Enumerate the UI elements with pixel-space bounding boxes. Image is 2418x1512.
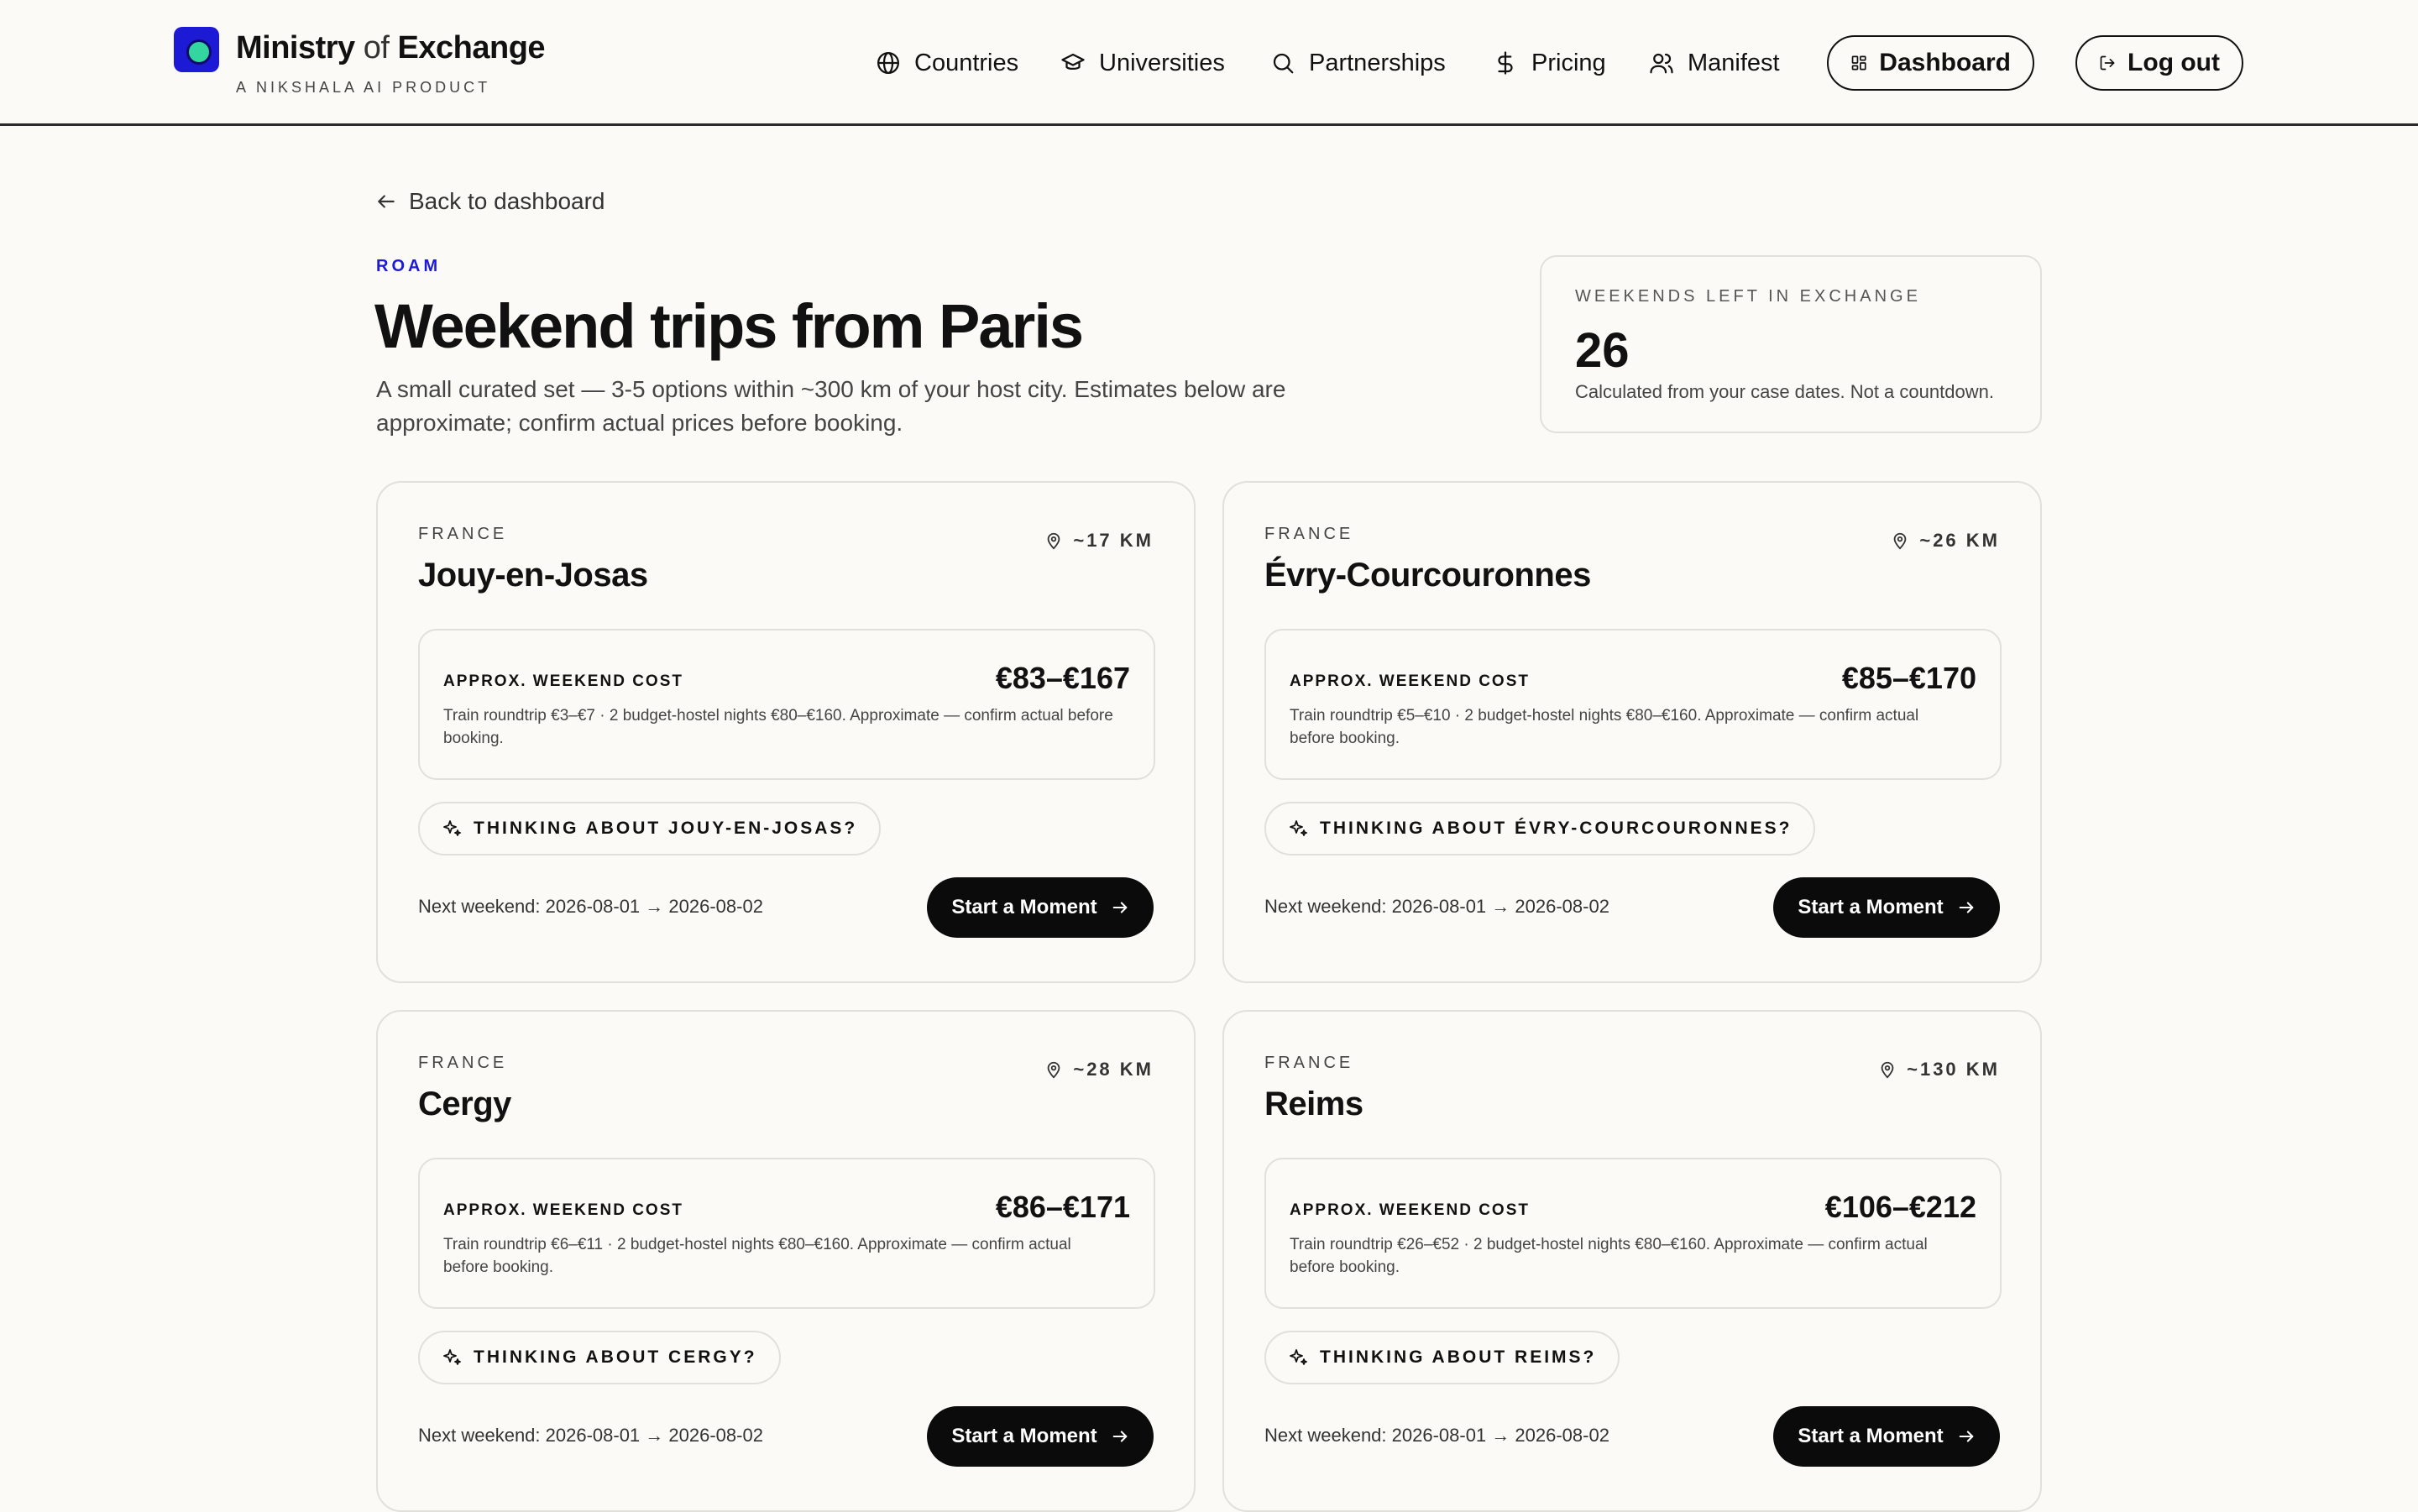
- cost-value: €85–€170: [1841, 661, 1976, 695]
- logout-icon: [2100, 55, 2115, 71]
- nav-universities[interactable]: Universities: [1060, 34, 1225, 92]
- weekends-left-note: Calculated from your case dates. Not a c…: [1575, 381, 1994, 402]
- trip-name: Évry-Courcouronnes: [1264, 557, 1591, 594]
- logout-button[interactable]: Log out: [2075, 35, 2243, 91]
- start-a-moment-button[interactable]: Start a Moment: [1773, 1406, 2000, 1467]
- cost-value: €106–€212: [1824, 1190, 1976, 1224]
- next-weekend-text: Next weekend: 2026-08-01 → 2026-08-02: [1264, 1425, 1609, 1446]
- weekends-left-card: WEEKENDS LEFT IN EXCHANGE 26 Calculated …: [1540, 255, 2042, 433]
- map-pin-icon: [1048, 532, 1060, 550]
- dashboard-grid-icon: [1851, 55, 1866, 71]
- nav-pricing[interactable]: Pricing: [1493, 34, 1606, 92]
- map-pin-icon: [1048, 1061, 1060, 1079]
- sparkle-icon: [443, 1349, 461, 1365]
- page-description: A small curated set — 3-5 options within…: [376, 376, 1286, 436]
- cost-note: Train roundtrip €26–€52 · 2 budget-hoste…: [1290, 1236, 1928, 1276]
- arrow-right-icon: [1112, 1431, 1128, 1442]
- sparkle-icon: [1290, 820, 1307, 836]
- trip-name: Jouy-en-Josas: [418, 557, 648, 594]
- section-eyebrow: ROAM: [376, 257, 442, 275]
- trip-country: FRANCE: [1264, 1054, 1354, 1072]
- start-a-moment-button[interactable]: Start a Moment: [1773, 877, 2000, 938]
- users-icon: [1650, 53, 1673, 74]
- dashboard-button[interactable]: Dashboard: [1827, 35, 2034, 91]
- start-a-moment-button[interactable]: Start a Moment: [927, 877, 1154, 938]
- trip-distance: ~130 KM: [1878, 1059, 2000, 1080]
- cost-label: APPROX. WEEKEND COST: [443, 1201, 683, 1219]
- trip-card: FRANCE ~28 KM Cergy APPROX. WEEKEND COST…: [376, 1010, 1196, 1512]
- cost-note: Train roundtrip €3–€7 · 2 budget-hostel …: [443, 707, 1113, 747]
- next-weekend-text: Next weekend: 2026-08-01 → 2026-08-02: [1264, 896, 1609, 917]
- cost-note: Train roundtrip €5–€10 · 2 budget-hostel…: [1290, 707, 1919, 747]
- thinking-about-chip[interactable]: THINKING ABOUT REIMS?: [1264, 1331, 1620, 1384]
- cost-label: APPROX. WEEKEND COST: [1290, 672, 1530, 690]
- arrow-right-icon: [1112, 902, 1128, 913]
- arrow-right-icon: [1959, 902, 1974, 913]
- trip-distance: ~28 KM: [1044, 1059, 1154, 1080]
- cost-note: Train roundtrip €6–€11 · 2 budget-hostel…: [443, 1236, 1071, 1276]
- trip-card: FRANCE ~17 KM Jouy-en-Josas APPROX. WEEK…: [376, 481, 1196, 983]
- brand-title: Ministry of Exchange: [236, 30, 546, 65]
- brand-subtitle: A NIKSHALA AI PRODUCT: [236, 79, 491, 96]
- weekends-left-label: WEEKENDS LEFT IN EXCHANGE: [1575, 287, 1921, 306]
- arrow-right-icon: [1959, 1431, 1974, 1442]
- trip-card: FRANCE ~26 KM Évry-Courcouronnes APPROX.…: [1222, 481, 2042, 983]
- next-weekend-text: Next weekend: 2026-08-01 → 2026-08-02: [418, 896, 763, 917]
- trip-country: FRANCE: [418, 1054, 508, 1072]
- trip-distance: ~17 KM: [1044, 530, 1154, 552]
- sparkle-icon: [1290, 1349, 1307, 1365]
- sparkle-icon: [443, 820, 461, 836]
- cost-label: APPROX. WEEKEND COST: [1290, 1201, 1530, 1219]
- dollar-icon: [1498, 51, 1513, 75]
- start-a-moment-button[interactable]: Start a Moment: [927, 1406, 1154, 1467]
- graduation-cap-icon: [1061, 53, 1085, 70]
- cost-box: APPROX. WEEKEND COST €106–€212 Train rou…: [1264, 1158, 2002, 1309]
- weekends-left-value: 26: [1575, 323, 1630, 378]
- next-weekend-text: Next weekend: 2026-08-01 → 2026-08-02: [418, 1425, 763, 1446]
- arrow-left-icon: [378, 195, 395, 208]
- trip-country: FRANCE: [418, 525, 508, 543]
- cost-label: APPROX. WEEKEND COST: [443, 672, 683, 690]
- trip-distance: ~26 KM: [1891, 530, 2000, 552]
- cost-box: APPROX. WEEKEND COST €83–€167 Train roun…: [418, 629, 1155, 780]
- map-pin-icon: [1881, 1061, 1894, 1079]
- search-icon: [1273, 53, 1294, 74]
- cost-box: APPROX. WEEKEND COST €85–€170 Train roun…: [1264, 629, 2002, 780]
- cost-box: APPROX. WEEKEND COST €86–€171 Train roun…: [418, 1158, 1155, 1309]
- page-title: Weekend trips from Paris: [374, 291, 1084, 361]
- thinking-about-chip[interactable]: THINKING ABOUT JOUY-EN-JOSAS?: [418, 802, 882, 855]
- cost-value: €83–€167: [995, 661, 1130, 695]
- thinking-about-chip[interactable]: THINKING ABOUT CERGY?: [418, 1331, 781, 1384]
- map-pin-icon: [1894, 532, 1907, 550]
- brand-logo-icon: [174, 27, 219, 72]
- top-header: Ministry of Exchange A NIKSHALA AI PRODU…: [0, 0, 2418, 126]
- nav-manifest[interactable]: Manifest: [1649, 34, 1780, 92]
- globe-icon: [877, 52, 899, 74]
- nav-partnerships[interactable]: Partnerships: [1270, 34, 1446, 92]
- cost-value: €86–€171: [995, 1190, 1130, 1224]
- back-to-dashboard-link[interactable]: Back to dashboard: [375, 188, 605, 215]
- trip-name: Reims: [1264, 1086, 1363, 1122]
- thinking-about-chip[interactable]: THINKING ABOUT ÉVRY-COURCOURONNES?: [1264, 802, 1816, 855]
- nav-countries[interactable]: Countries: [876, 34, 1018, 92]
- trip-country: FRANCE: [1264, 525, 1354, 543]
- trip-name: Cergy: [418, 1086, 511, 1122]
- trip-card: FRANCE ~130 KM Reims APPROX. WEEKEND COS…: [1222, 1010, 2042, 1512]
